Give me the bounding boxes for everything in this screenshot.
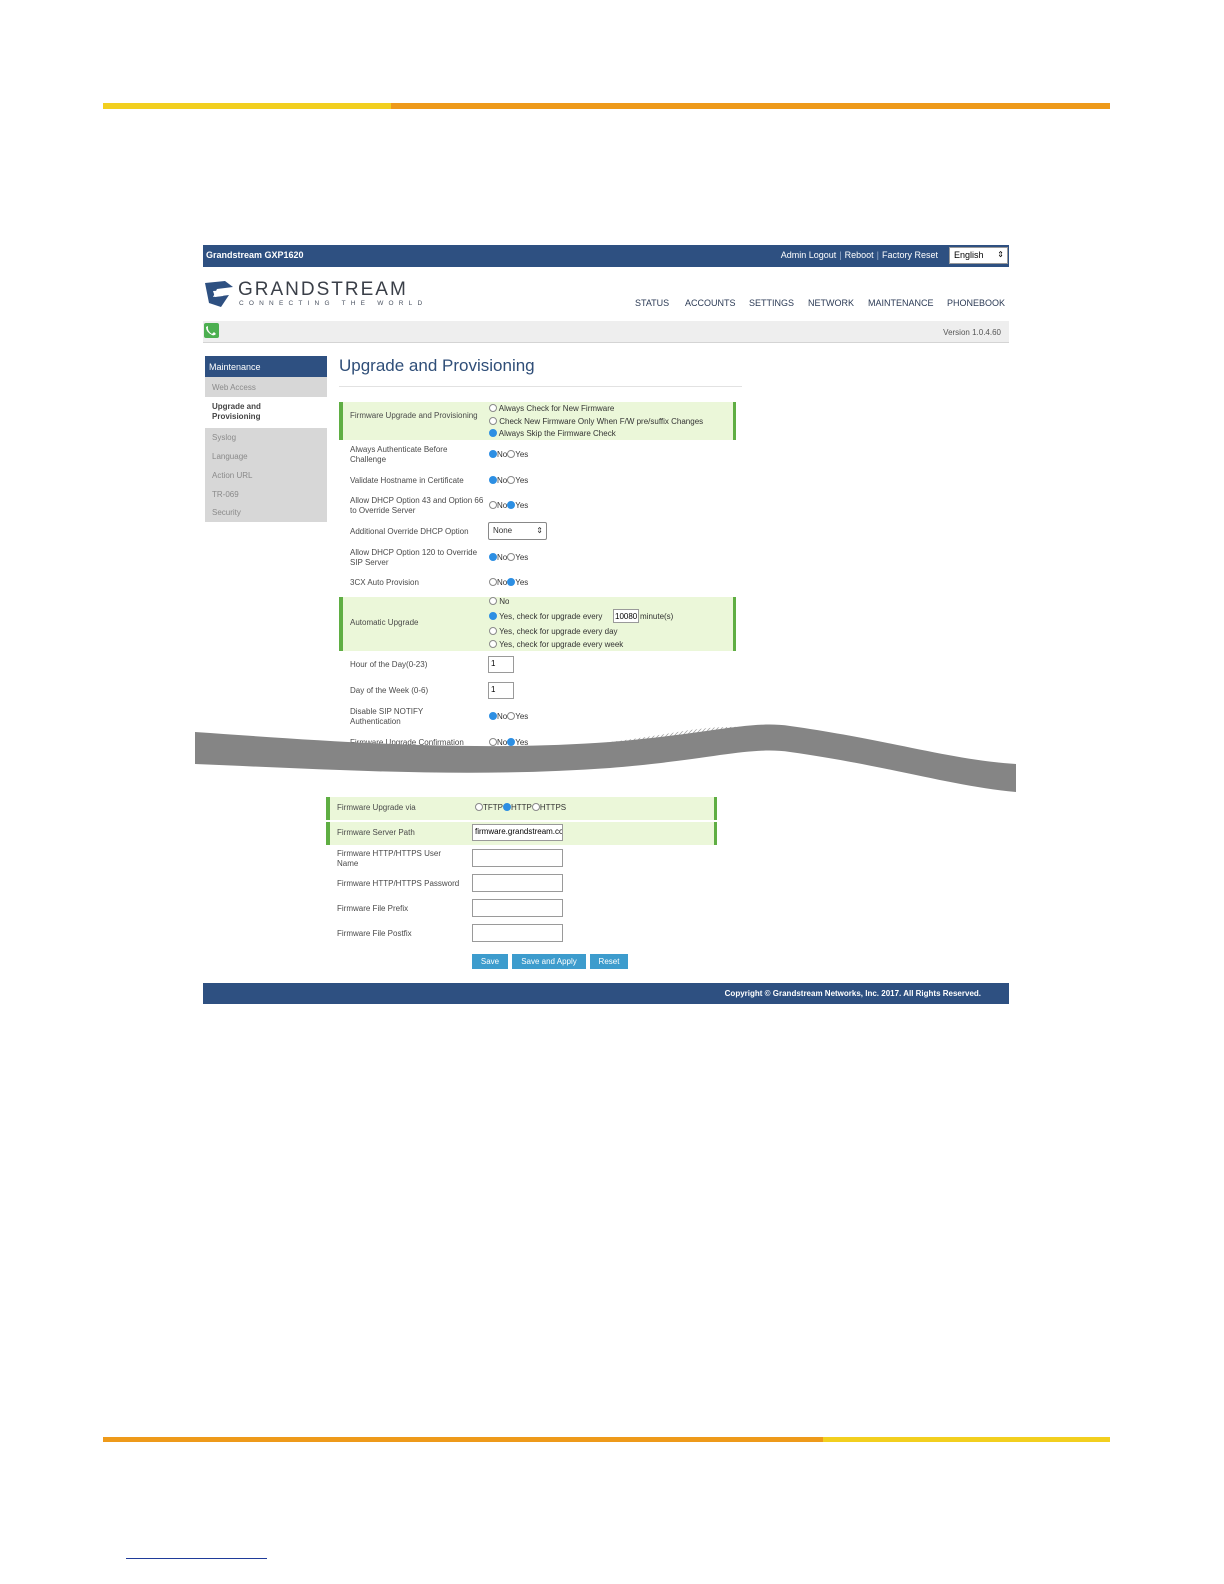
sidebar-item-syslog[interactable]: Syslog bbox=[212, 433, 236, 442]
auth-radios[interactable]: No Yes bbox=[489, 450, 528, 459]
auto-opt-every-minutes[interactable]: Yes, check for upgrade every bbox=[489, 612, 602, 621]
firmware-version: Version 1.0.4.60 bbox=[943, 328, 1001, 337]
factory-reset-link[interactable]: Factory Reset bbox=[882, 250, 938, 260]
save-button[interactable]: Save bbox=[472, 954, 508, 969]
title-divider bbox=[339, 386, 742, 387]
auto-opt-every-week[interactable]: Yes, check for upgrade every week bbox=[489, 640, 623, 649]
fw-opt-check-prefix[interactable]: Check New Firmware Only When F/W pre/suf… bbox=[489, 417, 703, 426]
bottom-rule-orange bbox=[103, 1437, 823, 1442]
hour-label: Hour of the Day(0-23) bbox=[350, 660, 428, 669]
footer-bar: Copyright © Grandstream Networks, Inc. 2… bbox=[203, 983, 1009, 1004]
reset-button[interactable]: Reset bbox=[590, 954, 628, 969]
pass-label: Firmware HTTP/HTTPS Password bbox=[337, 879, 460, 888]
page-title: Upgrade and Provisioning bbox=[339, 356, 535, 375]
top-rule-orange bbox=[391, 103, 1110, 109]
nav-status[interactable]: STATUS bbox=[635, 298, 669, 308]
reboot-link[interactable]: Reboot bbox=[845, 250, 874, 260]
logo-wordmark: GRANDSTREAM bbox=[238, 279, 408, 300]
admin-logout-link[interactable]: Admin Logout bbox=[781, 250, 837, 260]
page-break-graphic bbox=[195, 724, 1016, 792]
sidebar-item-upgrade[interactable]: Upgrade and Provisioning bbox=[205, 397, 327, 428]
save-apply-button[interactable]: Save and Apply bbox=[512, 954, 586, 969]
sidebar-item-security[interactable]: Security bbox=[212, 508, 241, 517]
3cx-label: 3CX Auto Provision bbox=[350, 578, 419, 587]
nav-settings[interactable]: SETTINGS bbox=[749, 298, 794, 308]
fw-upgrade-label: Firmware Upgrade and Provisioning bbox=[350, 411, 478, 420]
hostname-radios[interactable]: No Yes bbox=[489, 476, 528, 485]
sidebar-item-action-url[interactable]: Action URL bbox=[212, 471, 252, 480]
top-rule-yellow bbox=[103, 103, 391, 109]
dhcp43-label: Allow DHCP Option 43 and Option 66 to Ov… bbox=[350, 496, 484, 515]
nav-phonebook[interactable]: PHONEBOOK bbox=[947, 298, 1005, 308]
fw-opt-always-check[interactable]: Always Check for New Firmware bbox=[489, 404, 614, 413]
server-path-input[interactable]: firmware.grandstream.com bbox=[472, 824, 563, 841]
auto-upgrade-label: Automatic Upgrade bbox=[350, 618, 419, 627]
copyright-text: Copyright © Grandstream Networks, Inc. 2… bbox=[724, 989, 981, 998]
override-select[interactable]: None ⇕ bbox=[488, 522, 547, 540]
dhcp43-radios[interactable]: No Yes bbox=[489, 501, 528, 510]
postfix-input[interactable] bbox=[472, 924, 563, 942]
dow-input[interactable]: 1 bbox=[488, 682, 514, 699]
minutes-unit: minute(s) bbox=[640, 612, 674, 621]
footnote-rule bbox=[126, 1558, 267, 1559]
fw-opt-always-skip[interactable]: Always Skip the Firmware Check bbox=[489, 429, 616, 438]
server-label: Firmware Server Path bbox=[337, 828, 415, 837]
postfix-label: Firmware File Postfix bbox=[337, 929, 412, 938]
auth-label: Always Authenticate Before Challenge bbox=[350, 445, 448, 464]
dhcp120-radios[interactable]: No Yes bbox=[489, 553, 528, 562]
sidebar-header: Maintenance bbox=[205, 356, 327, 377]
sidebar-item-web-access[interactable]: Web Access bbox=[205, 377, 327, 397]
bottom-rule-yellow bbox=[823, 1437, 1110, 1442]
via-radios[interactable]: TFTP HTTP HTTPS bbox=[475, 803, 566, 812]
sidebar-item-tr069[interactable]: TR-069 bbox=[212, 490, 239, 499]
hour-input[interactable]: 1 bbox=[488, 656, 514, 673]
select-arrows-icon: ⇕ bbox=[536, 526, 543, 535]
language-select[interactable]: English ⇕ bbox=[949, 247, 1008, 264]
hostname-label: Validate Hostname in Certificate bbox=[350, 476, 464, 485]
3cx-radios[interactable]: No Yes bbox=[489, 578, 528, 587]
user-label: Firmware HTTP/HTTPS User Name bbox=[337, 849, 441, 868]
nav-network[interactable]: NETWORK bbox=[808, 298, 854, 308]
select-arrows-icon: ⇕ bbox=[997, 250, 1004, 259]
nav-accounts[interactable]: ACCOUNTS bbox=[685, 298, 736, 308]
sidebar-list: Syslog Language Action URL TR-069 Securi… bbox=[205, 428, 327, 522]
logo-tagline: CONNECTING THE WORLD bbox=[239, 300, 428, 307]
prefix-label: Firmware File Prefix bbox=[337, 904, 409, 913]
grandstream-logo-icon bbox=[205, 281, 233, 307]
device-model: Grandstream GXP1620 bbox=[206, 250, 304, 260]
password-input[interactable] bbox=[472, 874, 563, 892]
dhcp120-label: Allow DHCP Option 120 to Override SIP Se… bbox=[350, 548, 478, 567]
admin-links: Admin Logout | Reboot | Factory Reset bbox=[780, 250, 938, 260]
sidebar-item-language[interactable]: Language bbox=[212, 452, 248, 461]
nav-maintenance[interactable]: MAINTENANCE bbox=[868, 298, 934, 308]
via-label: Firmware Upgrade via bbox=[337, 803, 416, 812]
prefix-input[interactable] bbox=[472, 899, 563, 917]
override-label: Additional Override DHCP Option bbox=[350, 527, 469, 536]
minutes-input[interactable]: 10080 bbox=[613, 609, 639, 623]
username-input[interactable] bbox=[472, 849, 563, 867]
auto-opt-no[interactable]: No bbox=[489, 597, 509, 605]
top-bar: Grandstream GXP1620 Admin Logout | Reboot |… bbox=[203, 245, 1009, 267]
version-bar: Version 1.0.4.60 bbox=[203, 321, 1009, 343]
phone-icon bbox=[204, 323, 219, 338]
auto-opt-every-day[interactable]: Yes, check for upgrade every day bbox=[489, 627, 618, 636]
dow-label: Day of the Week (0-6) bbox=[350, 686, 429, 695]
